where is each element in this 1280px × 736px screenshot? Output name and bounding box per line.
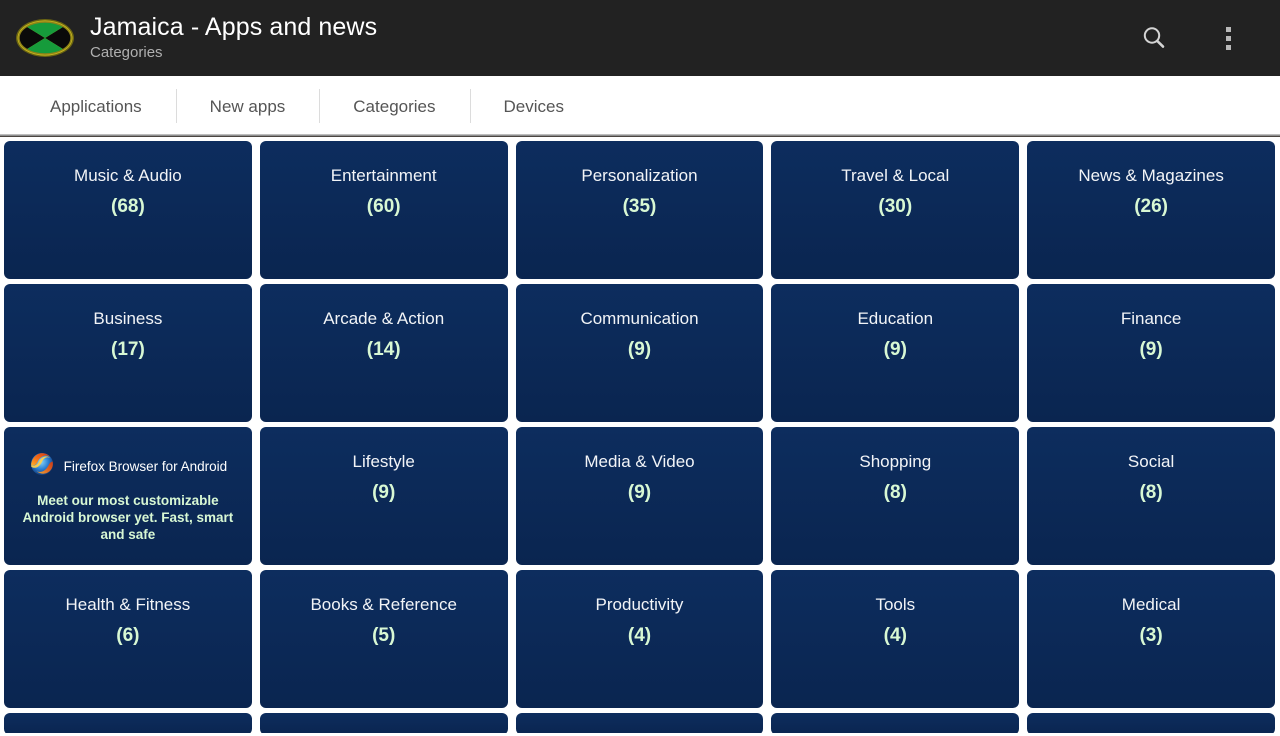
tab-applications[interactable]: Applications: [16, 76, 176, 137]
page-subtitle: Categories: [90, 44, 163, 61]
search-icon[interactable]: [1132, 14, 1176, 62]
category-count: (17): [111, 339, 145, 360]
category-card[interactable]: Productivity (4): [515, 570, 764, 708]
category-count: (35): [622, 196, 657, 217]
tab-bar: Applications New apps Categories Devices: [0, 76, 1280, 137]
category-card[interactable]: Tools (4): [771, 570, 1020, 708]
category-title: Shopping: [859, 452, 932, 471]
tab-categories[interactable]: Categories: [319, 76, 469, 137]
category-count: (9): [1139, 339, 1163, 360]
category-title: Media & Video: [584, 452, 695, 471]
category-count: (4): [627, 625, 652, 646]
category-row: Business (17) Arcade & Action (14) Commu…: [4, 284, 1280, 422]
category-count: (9): [883, 339, 907, 360]
category-card[interactable]: Health & Fitness (6): [4, 570, 252, 708]
category-card[interactable]: Media & Video (9): [515, 427, 764, 565]
category-card[interactable]: [771, 713, 1020, 733]
category-title: Health & Fitness: [65, 595, 191, 614]
app-header-bar: Jamaica - Apps and news Categories: [0, 0, 1280, 76]
category-count: (14): [366, 339, 401, 360]
category-title: Productivity: [595, 595, 684, 614]
category-card[interactable]: [1027, 713, 1275, 733]
category-title: Medical: [1121, 595, 1181, 614]
category-count: (9): [372, 482, 396, 503]
category-count: (60): [366, 196, 401, 217]
category-card[interactable]: Business (17): [4, 284, 252, 422]
category-title: Books & Reference: [310, 595, 457, 614]
category-row: Health & Fitness (6) Books & Reference (…: [4, 570, 1280, 708]
overflow-menu-icon[interactable]: [1206, 14, 1250, 62]
category-row-partial: [4, 713, 1280, 733]
category-card[interactable]: News & Magazines (26): [1027, 141, 1275, 279]
category-row: Firefox Browser for Android Meet our mos…: [4, 427, 1280, 565]
category-title: Social: [1127, 452, 1175, 471]
category-count: (4): [883, 625, 907, 646]
category-title: Entertainment: [330, 166, 437, 185]
category-count: (9): [627, 482, 652, 503]
header-actions: [1132, 14, 1264, 62]
category-count: (5): [372, 625, 396, 646]
tab-devices[interactable]: Devices: [469, 76, 598, 137]
category-card[interactable]: Entertainment (60): [259, 141, 508, 279]
header-title-block: Jamaica - Apps and news Categories: [90, 13, 377, 63]
ad-title: Firefox Browser for Android: [63, 458, 228, 474]
category-title: Finance: [1120, 309, 1182, 328]
category-card[interactable]: Education (9): [771, 284, 1020, 422]
category-title: Travel & Local: [841, 166, 950, 185]
category-title: Personalization: [581, 166, 698, 185]
category-count: (8): [883, 482, 907, 503]
firefox-ad-card[interactable]: Firefox Browser for Android Meet our mos…: [4, 427, 252, 565]
category-card[interactable]: Shopping (8): [771, 427, 1020, 565]
category-card[interactable]: Finance (9): [1027, 284, 1275, 422]
category-card[interactable]: [4, 713, 252, 733]
category-card[interactable]: Books & Reference (5): [259, 570, 508, 708]
category-title: Communication: [580, 309, 699, 328]
category-row: Music & Audio (68) Entertainment (60) Pe…: [4, 141, 1280, 279]
firefox-icon: [29, 451, 55, 482]
category-title: Lifestyle: [352, 452, 415, 471]
category-card[interactable]: [515, 713, 764, 733]
category-title: Tools: [875, 595, 916, 614]
category-title: Education: [857, 309, 934, 328]
category-card[interactable]: Arcade & Action (14): [259, 284, 508, 422]
category-title: Arcade & Action: [323, 309, 445, 328]
category-card[interactable]: Communication (9): [515, 284, 764, 422]
category-card[interactable]: Medical (3): [1027, 570, 1275, 708]
tab-new-apps[interactable]: New apps: [175, 76, 320, 137]
ad-header: Firefox Browser for Android: [4, 451, 252, 482]
category-grid: Music & Audio (68) Entertainment (60) Pe…: [0, 137, 1280, 733]
category-count: (30): [878, 196, 913, 217]
category-count: (9): [627, 339, 652, 360]
category-count: (3): [1139, 625, 1163, 646]
category-count: (8): [1139, 482, 1163, 503]
category-card[interactable]: Personalization (35): [515, 141, 764, 279]
category-count: (26): [1134, 196, 1168, 217]
category-card[interactable]: [259, 713, 508, 733]
category-card[interactable]: Social (8): [1027, 427, 1275, 565]
page-title: Jamaica - Apps and news: [90, 13, 378, 41]
category-count: (6): [116, 625, 140, 646]
category-card[interactable]: Lifestyle (9): [259, 427, 508, 565]
category-title: Business: [93, 309, 163, 328]
category-title: Music & Audio: [74, 166, 182, 185]
category-title: News & Magazines: [1078, 166, 1224, 185]
kebab-dots: [1225, 26, 1231, 50]
jamaica-flag-oval-icon: [14, 15, 76, 61]
category-card[interactable]: Travel & Local (30): [771, 141, 1020, 279]
category-count: (68): [111, 196, 145, 217]
category-card[interactable]: Music & Audio (68): [4, 141, 252, 279]
ad-body-text: Meet our most customizable Android brows…: [22, 493, 234, 542]
